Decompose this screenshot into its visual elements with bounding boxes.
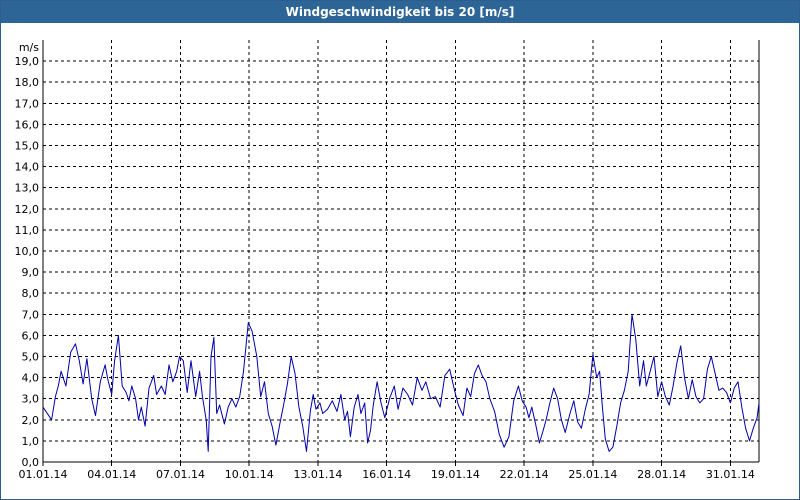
y-tick-label: 3,0 (22, 393, 40, 406)
x-tick-label: 25.01.14 (568, 468, 617, 481)
y-tick-label: 10,0 (15, 245, 40, 258)
line-chart: 0,01,02,03,04,05,06,07,08,09,010,011,012… (15, 40, 760, 481)
x-tick-label: 31.01.14 (706, 468, 755, 481)
y-tick-label: 12,0 (15, 203, 40, 216)
y-tick-label: 9,0 (22, 266, 40, 279)
x-tick-label: 04.01.14 (87, 468, 136, 481)
chart-window: Windgeschwindigkeit bis 20 [m/s] 0,0 1,0 2… (0, 0, 800, 500)
y-tick-label: 7,0 (22, 308, 40, 321)
series-layer (42, 313, 760, 452)
y-tick-label: 1,0 (22, 435, 40, 448)
y-tick-label: 14,0 (15, 161, 40, 174)
y-tick-label: 5,0 (22, 351, 40, 364)
x-tick-label: 07.01.14 (156, 468, 205, 481)
y-tick-label: 19,0 (15, 55, 40, 68)
x-tick-label: 16.01.14 (362, 468, 411, 481)
x-tick-label: 13.01.14 (293, 468, 342, 481)
y-tick-labels: 0,01,02,03,04,05,06,07,08,09,010,011,012… (15, 55, 40, 469)
y-tick-label: 2,0 (22, 414, 40, 427)
y-tick-label: 15,0 (15, 140, 40, 153)
y-tick-label: 13,0 (15, 182, 40, 195)
x-tick-label: 28.01.14 (637, 468, 686, 481)
axes (42, 40, 760, 466)
y-tick-label: 8,0 (22, 287, 40, 300)
x-tick-label: 19.01.14 (431, 468, 480, 481)
y-tick-label: 4,0 (22, 372, 40, 385)
y-tick-label: 17,0 (15, 97, 40, 110)
y-axis-label: m/s (19, 41, 39, 54)
x-tick-label: 01.01.14 (19, 468, 68, 481)
x-tick-label: 10.01.14 (225, 468, 274, 481)
y-tick-label: 11,0 (15, 224, 40, 237)
y-tick-label: 6,0 (22, 329, 40, 342)
series-line-0 (42, 313, 760, 452)
chart-title: Windgeschwindigkeit bis 20 [m/s] (1, 1, 799, 23)
y-tick-label: 18,0 (15, 76, 40, 89)
y-tick-label: 16,0 (15, 118, 40, 131)
x-tick-label: 22.01.14 (500, 468, 549, 481)
x-tick-labels: 01.01.14 04.01.14 07.01.14 10.01.14 13.01.14… (19, 468, 755, 481)
